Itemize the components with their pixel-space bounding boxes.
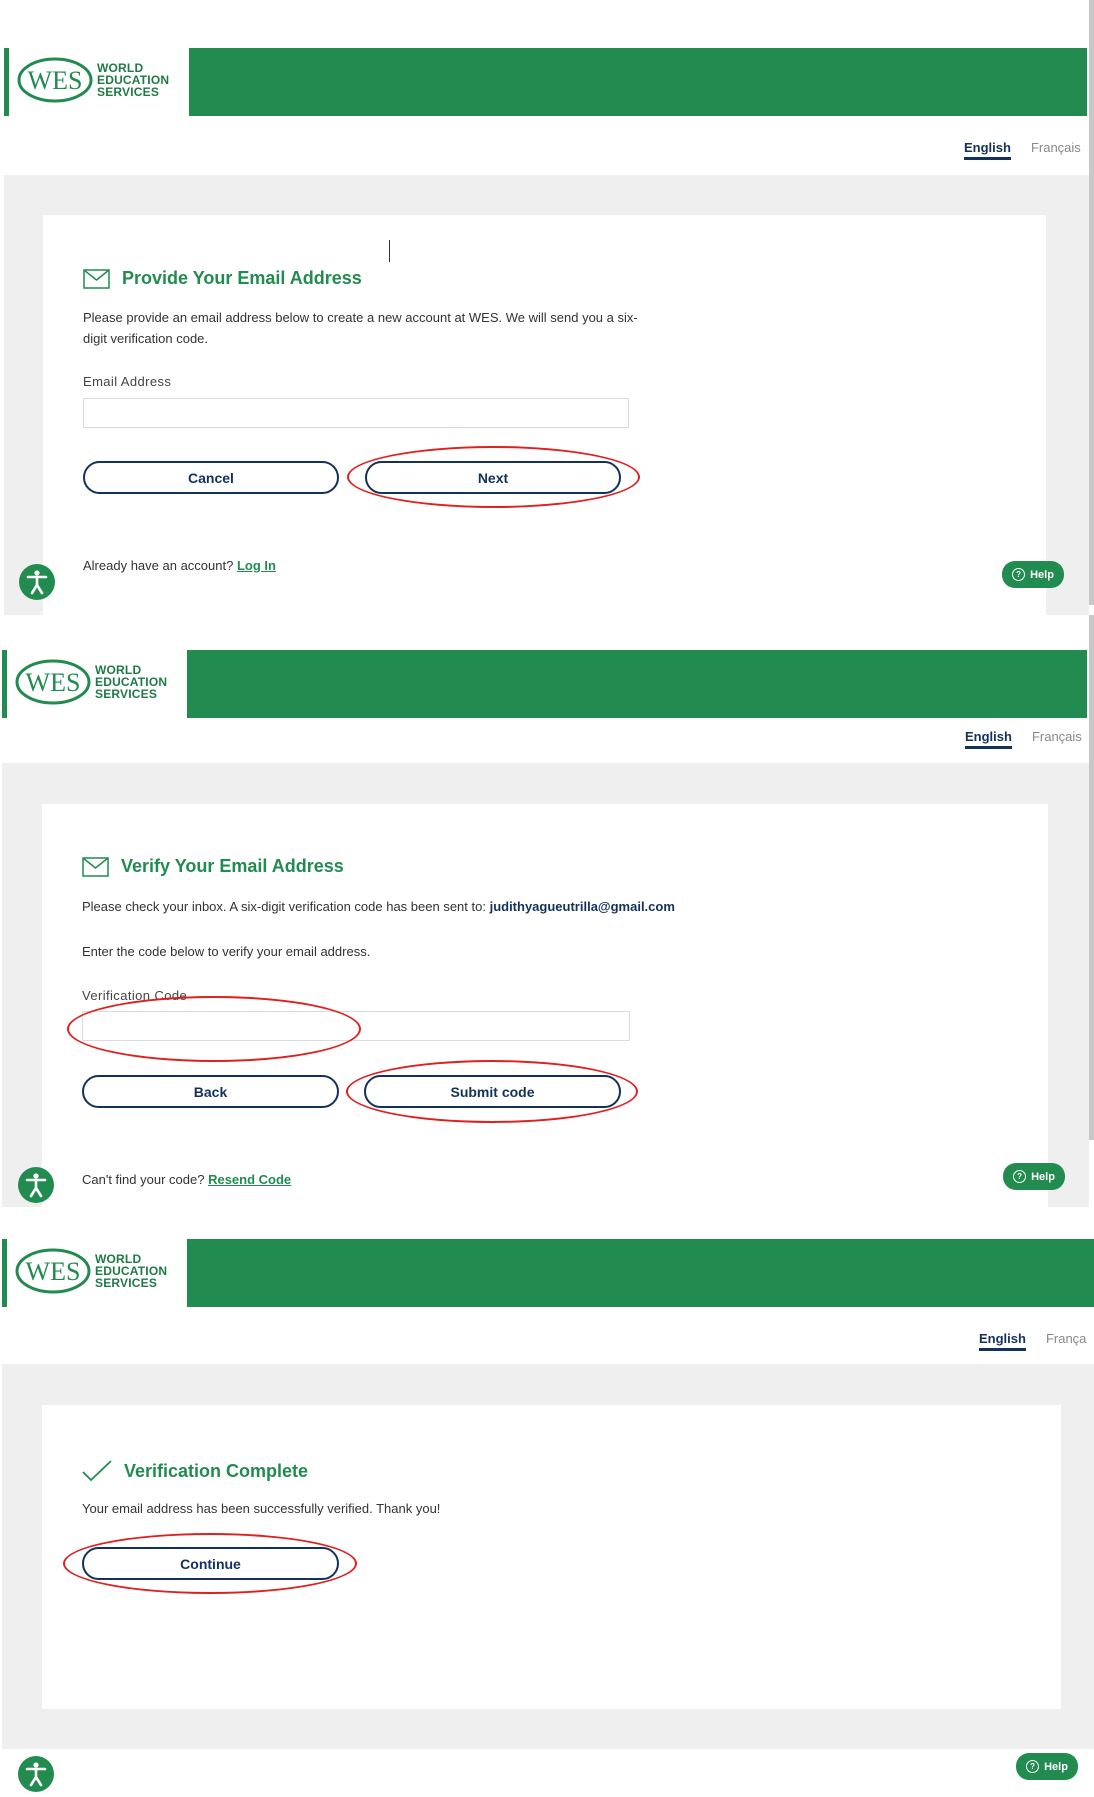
scrollbar[interactable] (1089, 615, 1094, 1140)
question-icon: ? (1013, 1170, 1027, 1183)
page-title: Verification Complete (82, 1460, 308, 1482)
wes-logo[interactable]: WES WORLD EDUCATION SERVICES (15, 1248, 167, 1294)
recipient-email: judithyagueutrilla@gmail.com (489, 899, 675, 914)
resend-code-link[interactable]: Resend Code (208, 1172, 291, 1187)
question-icon: ? (1012, 568, 1026, 581)
back-button[interactable]: Back (82, 1075, 339, 1108)
help-button[interactable]: ? Help (1002, 561, 1064, 588)
text-cursor (389, 240, 390, 262)
login-link[interactable]: Log In (237, 558, 276, 573)
submit-code-button[interactable]: Submit code (364, 1075, 621, 1108)
lang-english[interactable]: English (979, 1331, 1026, 1351)
wes-logo-icon: WES (15, 659, 91, 705)
envelope-icon (82, 856, 109, 877)
help-button[interactable]: ? Help (1003, 1163, 1065, 1190)
checkmark-icon (82, 1460, 112, 1482)
question-icon: ? (1026, 1760, 1040, 1773)
accessibility-icon (26, 570, 48, 595)
verification-code-label: Verification Code (82, 988, 188, 1003)
wes-logo[interactable]: WES WORLD EDUCATION SERVICES (15, 659, 167, 705)
email-field[interactable] (83, 398, 629, 428)
next-button[interactable]: Next (365, 461, 621, 494)
lang-french[interactable]: Français (1031, 140, 1081, 155)
accessibility-icon (25, 1762, 47, 1787)
scrollbar[interactable] (1089, 0, 1094, 605)
enter-code-text: Enter the code below to verify your emai… (82, 944, 371, 959)
login-prompt: Already have an account? Log In (83, 558, 276, 573)
svg-text:WES: WES (26, 668, 81, 697)
continue-button[interactable]: Continue (82, 1547, 339, 1580)
lang-french[interactable]: Français (1032, 729, 1082, 744)
wes-logo-icon: WES (15, 1248, 91, 1294)
page-title: Provide Your Email Address (83, 268, 362, 289)
verification-code-field[interactable] (82, 1011, 630, 1041)
logo-area: WES WORLD EDUCATION SERVICES (2, 1239, 187, 1307)
cancel-button[interactable]: Cancel (83, 461, 339, 494)
accessibility-button[interactable] (18, 1756, 54, 1792)
success-message: Your email address has been successfully… (82, 1501, 441, 1516)
wes-logo[interactable]: WES WORLD EDUCATION SERVICES (17, 57, 169, 103)
panel-verify-email: WES WORLD EDUCATION SERVICES English Fran… (0, 615, 1094, 1207)
help-button[interactable]: ? Help (1016, 1753, 1078, 1780)
page-title: Verify Your Email Address (82, 856, 344, 877)
resend-prompt: Can't find your code? Resend Code (82, 1172, 292, 1187)
accessibility-button[interactable] (19, 564, 55, 600)
lang-french[interactable]: França (1046, 1331, 1086, 1346)
instructions-text: Please provide an email address below to… (83, 310, 638, 346)
email-label: Email Address (83, 374, 172, 389)
accessibility-icon (25, 1173, 47, 1198)
panel-provide-email: WES WORLD EDUCATION SERVICES English Fran… (0, 0, 1094, 615)
logo-area: WES WORLD EDUCATION SERVICES (4, 48, 189, 116)
svg-text:WES: WES (26, 1257, 81, 1286)
logo-area: WES WORLD EDUCATION SERVICES (2, 650, 187, 718)
lang-english[interactable]: English (965, 729, 1012, 749)
accessibility-button[interactable] (18, 1167, 54, 1203)
language-switcher: English França (979, 1331, 1086, 1351)
envelope-icon (83, 268, 110, 289)
wes-logo-icon: WES (17, 57, 93, 103)
svg-text:WES: WES (28, 66, 83, 95)
language-switcher: English Français (965, 729, 1082, 749)
lang-english[interactable]: English (964, 140, 1011, 160)
panel-verification-complete: WES WORLD EDUCATION SERVICES English Fran… (0, 1207, 1094, 1792)
language-switcher: English Français (964, 140, 1081, 160)
inbox-text: Please check your inbox. A six-digit ver… (82, 899, 675, 914)
